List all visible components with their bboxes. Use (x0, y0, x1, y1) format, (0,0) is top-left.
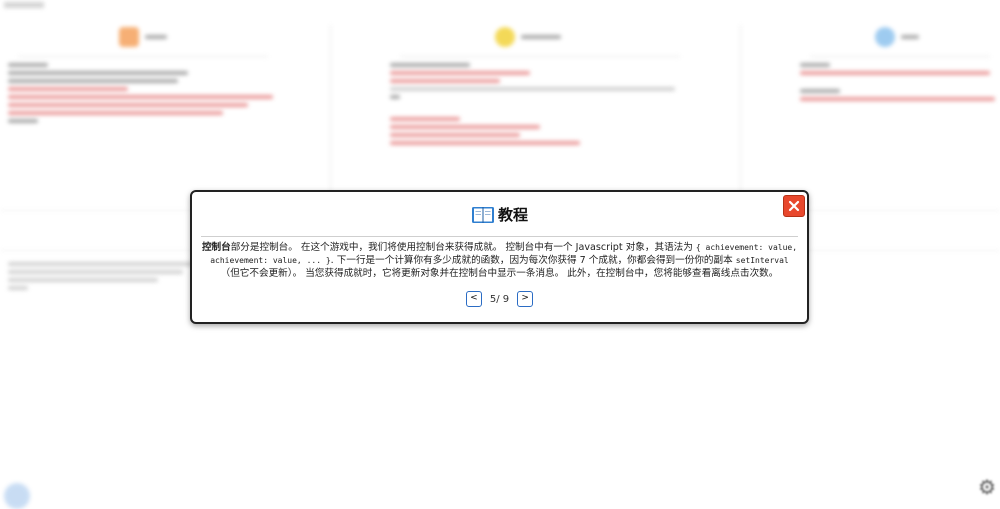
bg-panel-icon (875, 27, 895, 47)
bg-panel-icon (119, 27, 139, 47)
modal-body-text: 控制台部分是控制台。 在这个游戏中，我们将使用控制台来获得成就。 控制台中有一个… (201, 241, 798, 280)
page-indicator: 5/ 9 (489, 293, 510, 305)
modal-divider (201, 236, 798, 237)
tutorial-pager: < 5/ 9 > (192, 291, 807, 307)
bg-panel-left (8, 22, 278, 202)
bg-panel-right (800, 22, 1000, 202)
modal-title: 教程 (497, 206, 528, 224)
bg-lower-text (8, 258, 208, 294)
settings-gear-icon[interactable]: ⚙ (978, 475, 996, 499)
book-icon (471, 206, 494, 223)
prev-page-button[interactable]: < (465, 291, 482, 307)
modal-header: 教程 (192, 204, 807, 225)
body-text-1: 部分是控制台。 在这个游戏中，我们将使用控制台来获得成就。 控制台中有一个 Ja… (230, 242, 696, 253)
body-strong-term: 控制台 (201, 242, 231, 253)
body-text-2: . 下一行是一个计算你有多少成就的函数，因为每次你获得 7 个成就，你都会得到一… (330, 255, 736, 266)
close-button[interactable] (783, 195, 805, 217)
bg-top-label (4, 2, 44, 8)
tutorial-modal: 教程 控制台部分是控制台。 在这个游戏中，我们将使用控制台来获得成就。 控制台中… (190, 190, 809, 324)
bg-panel-middle (390, 22, 690, 202)
body-text-3: （但它不会更新）。 当您获得成就时，它将更新对象并在控制台中显示一条消息。 此外… (220, 268, 779, 279)
next-page-button[interactable]: > (517, 291, 534, 307)
bg-panel-icon (495, 27, 515, 47)
bg-corner-badge (4, 483, 30, 509)
body-code-setinterval: setInterval (735, 256, 789, 265)
close-icon (788, 200, 800, 212)
